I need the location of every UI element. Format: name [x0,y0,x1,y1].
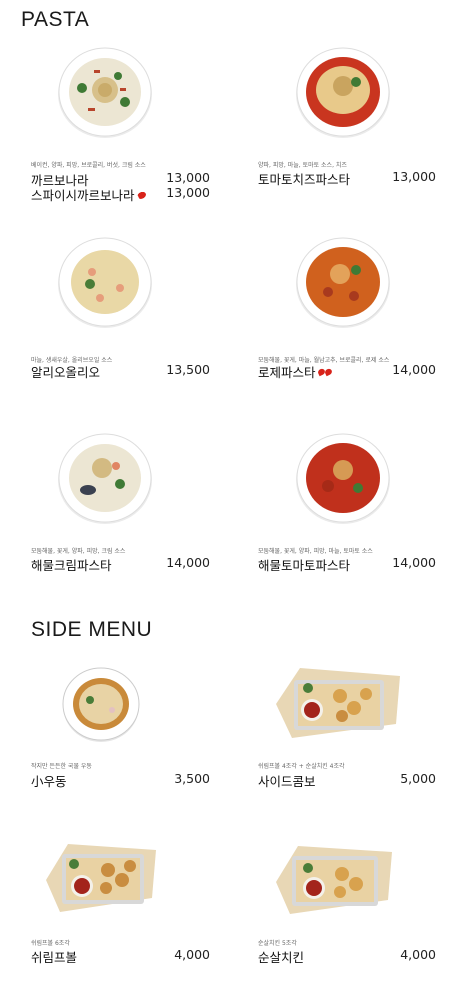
spicy-carbonara-label: 스파이시까르보나라 [31,188,135,203]
tomato-cheese-ingredients: 양파, 피망, 마늘, 토마토 소스, 치즈 [258,162,347,169]
small-udon-ingredients: 작지만 든든한 국물 우동 [31,763,92,770]
small-udon-photo [62,667,140,742]
tomato-cheese-price: 13,000 [392,169,436,184]
aglio-olio-photo [58,237,152,328]
small-udon-price: 3,500 [174,771,210,786]
shrimp-ball-price: 4,000 [174,947,210,962]
seafood-tomato-name: 해물토마토파스타 [258,558,351,573]
shrimp-ball-photo [46,844,156,912]
tomato-cheese-pasta-photo [296,47,390,138]
aglio-olio-price: 13,500 [166,362,210,377]
seafood-cream-pasta-photo [58,433,152,524]
boneless-chicken-name: 순살치킨 [258,950,305,965]
seafood-cream-name: 해물크림파스타 [31,558,112,573]
side-combo-ingredients: 쉬림프볼 4조각 + 순살치킨 4조각 [258,763,345,770]
side-combo-name: 사이드콤보 [258,774,316,789]
seafood-tomato-ingredients: 모둠해물, 꽃게, 양파, 피망, 마늘, 토마토 소스 [258,548,373,555]
rose-pasta-label: 로제파스타 [258,365,316,380]
aglio-olio-name: 알리오올리오 [31,365,101,380]
seafood-tomato-pasta-photo [296,433,390,524]
tomato-cheese-name: 토마토치즈파스타 [258,172,351,187]
shrimp-ball-name: 쉬림프볼 [31,950,78,965]
chili-pepper-icon [318,368,334,376]
spicy-carbonara-price: 13,000 [166,185,210,200]
spicy-carbonara-name: 스파이시까르보나라 [31,185,148,204]
side-combo-photo [276,668,400,738]
side-combo-price: 5,000 [400,771,436,786]
boneless-chicken-price: 4,000 [400,947,436,962]
seafood-tomato-price: 14,000 [392,555,436,570]
carbonara-photo [58,47,152,138]
carbonara-price: 13,000 [166,170,210,185]
side-menu-section-title: SIDE MENU [31,618,153,641]
rose-pasta-photo [296,237,390,328]
boneless-chicken-ingredients: 순살치킨 5조각 [258,940,297,947]
small-udon-name: 小우동 [31,774,67,789]
carbonara-ingredients: 베이컨, 양파, 피망, 브로콜리, 버섯, 크림 소스 [31,162,146,169]
rose-pasta-price: 14,000 [392,362,436,377]
pasta-section-title: PASTA [21,8,90,31]
boneless-chicken-photo [276,846,392,914]
rose-pasta-name: 로제파스타 [258,362,334,381]
shrimp-ball-ingredients: 쉬림프볼 6조각 [31,940,70,947]
seafood-cream-price: 14,000 [166,555,210,570]
seafood-cream-ingredients: 모둠해물, 꽃게, 양파, 피망, 크림 소스 [31,548,126,555]
chili-pepper-icon [136,189,148,201]
